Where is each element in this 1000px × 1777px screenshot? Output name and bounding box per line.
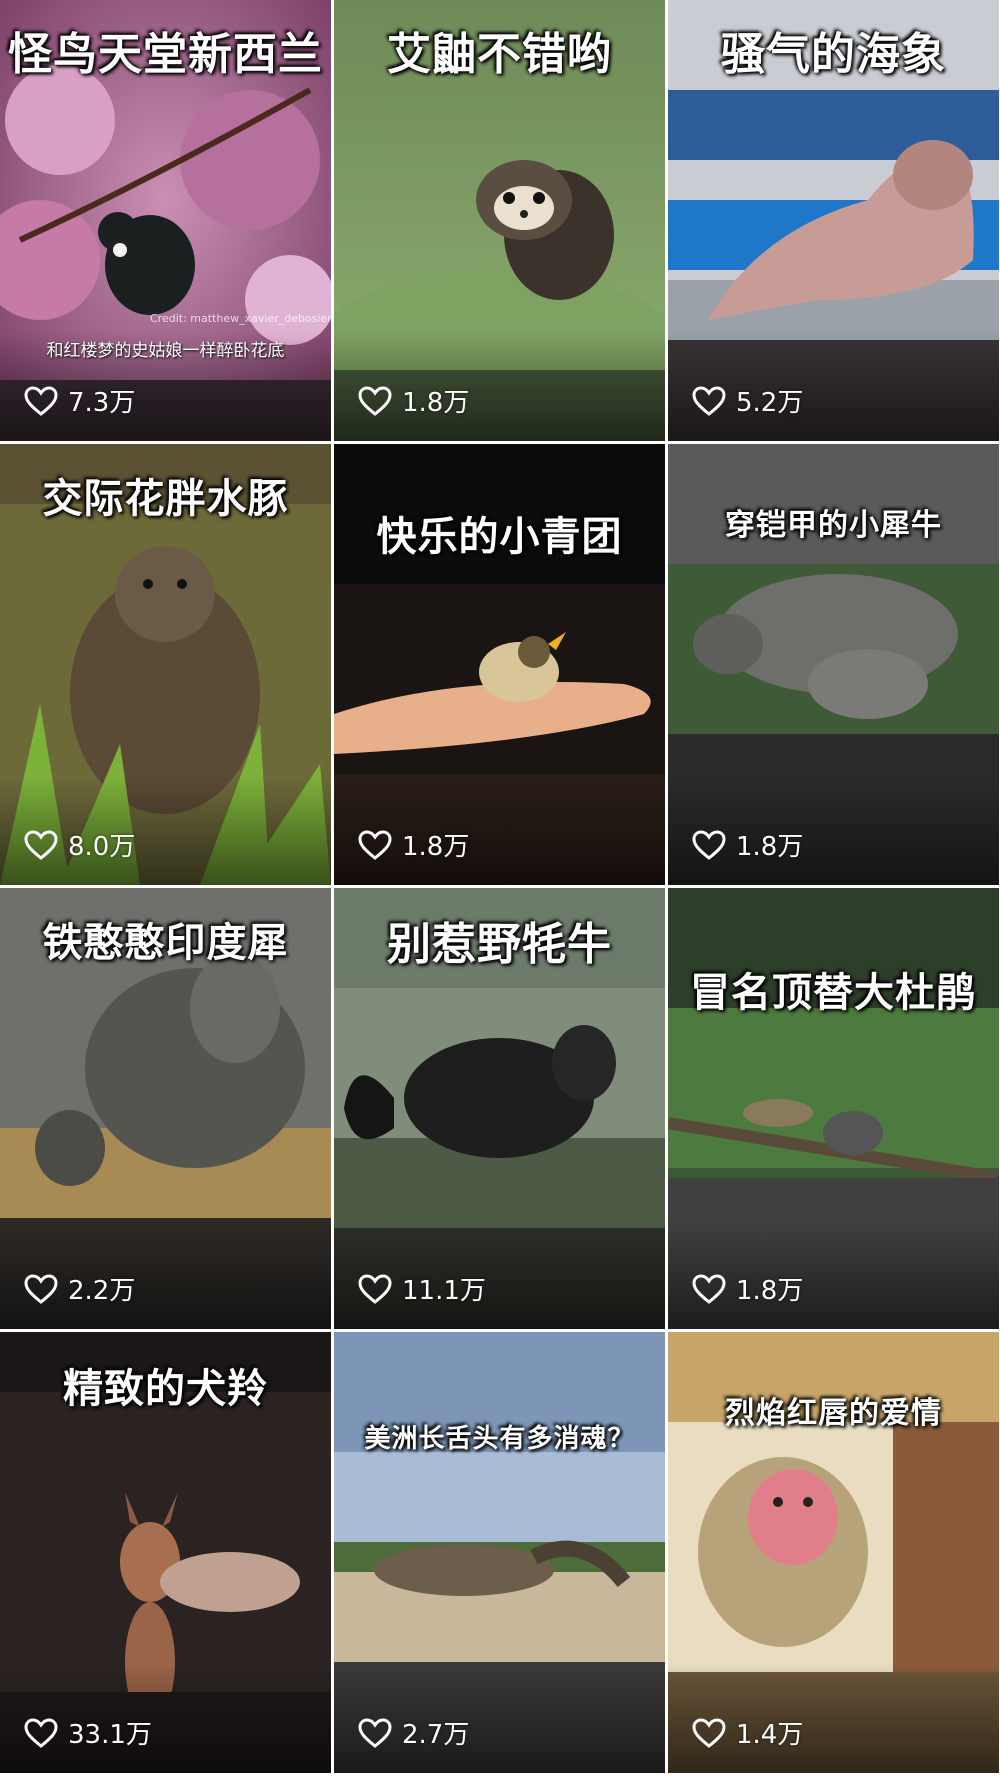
- heart-outline-icon[interactable]: [692, 1717, 726, 1748]
- heart-outline-icon[interactable]: [24, 1273, 58, 1304]
- video-title: 交际花胖水豚: [42, 476, 289, 522]
- like-count[interactable]: 5.2万: [692, 382, 803, 419]
- like-count-text: 1.8万: [402, 832, 470, 862]
- like-count-text: 5.2万: [736, 388, 804, 418]
- like-count-text: 2.7万: [402, 1720, 470, 1750]
- heart-outline-icon[interactable]: [358, 1273, 392, 1304]
- heart-outline-icon[interactable]: [24, 829, 58, 860]
- video-title: 烈焰红唇的爱情: [725, 1396, 942, 1431]
- video-card[interactable]: 骚气的海象 5.2万: [668, 0, 999, 441]
- video-card[interactable]: 艾鼬不错哟 1.8万: [334, 0, 665, 441]
- video-card[interactable]: 交际花胖水豚 8.0万: [0, 444, 331, 885]
- heart-outline-icon[interactable]: [692, 1273, 726, 1304]
- video-title: 怪鸟天堂新西兰: [8, 29, 323, 80]
- like-count[interactable]: 8.0万: [24, 826, 135, 863]
- video-card[interactable]: 别惹野牦牛 11.1万: [334, 888, 665, 1329]
- heart-outline-icon[interactable]: [692, 385, 726, 416]
- heart-outline-icon[interactable]: [358, 385, 392, 416]
- video-grid: 怪鸟天堂新西兰 Credit: matthew_xavier_debosiers…: [0, 0, 1000, 1777]
- video-title: 艾鼬不错哟: [387, 29, 612, 80]
- like-count-text: 1.8万: [736, 832, 804, 862]
- video-title: 冒名顶替大杜鹃: [690, 970, 977, 1016]
- video-title: 骚气的海象: [721, 29, 946, 80]
- like-count[interactable]: 1.8万: [358, 382, 469, 419]
- like-count-text: 8.0万: [68, 832, 136, 862]
- like-count[interactable]: 2.7万: [358, 1714, 469, 1751]
- like-count[interactable]: 7.3万: [24, 382, 135, 419]
- like-count[interactable]: 1.8万: [692, 1270, 803, 1307]
- like-count-text: 11.1万: [402, 1276, 486, 1306]
- video-title: 铁憨憨印度犀: [42, 920, 289, 966]
- like-count[interactable]: 2.2万: [24, 1270, 135, 1307]
- video-subtitle: 和红楼梦的史姑娘一样醉卧花底: [46, 341, 285, 361]
- video-title: 快乐的小青团: [376, 514, 623, 560]
- heart-outline-icon[interactable]: [24, 1717, 58, 1748]
- video-title: 精致的犬羚: [63, 1366, 268, 1412]
- like-count[interactable]: 1.8万: [692, 826, 803, 863]
- like-count-text: 33.1万: [68, 1720, 152, 1750]
- heart-outline-icon[interactable]: [358, 1717, 392, 1748]
- video-card[interactable]: 美洲长舌头有多消魂？ 2.7万: [334, 1332, 665, 1773]
- photo-credit: Credit: matthew_xavier_debosiers: [150, 312, 331, 325]
- video-card[interactable]: 冒名顶替大杜鹃 1.8万: [668, 888, 999, 1329]
- like-count-text: 2.2万: [68, 1276, 136, 1306]
- video-card[interactable]: 快乐的小青团 1.8万: [334, 444, 665, 885]
- video-card[interactable]: 烈焰红唇的爱情 1.4万: [668, 1332, 999, 1773]
- heart-outline-icon[interactable]: [692, 829, 726, 860]
- video-title: 别惹野牦牛: [387, 919, 612, 970]
- like-count-text: 7.3万: [68, 388, 136, 418]
- video-card[interactable]: 穿铠甲的小犀牛 1.8万: [668, 444, 999, 885]
- like-count[interactable]: 1.8万: [358, 826, 469, 863]
- like-count[interactable]: 33.1万: [24, 1714, 152, 1751]
- like-count[interactable]: 1.4万: [692, 1714, 803, 1751]
- heart-outline-icon[interactable]: [24, 385, 58, 416]
- video-title: 美洲长舌头有多消魂？: [364, 1424, 635, 1454]
- like-count-text: 1.8万: [736, 1276, 804, 1306]
- like-count-text: 1.4万: [736, 1720, 804, 1750]
- video-card[interactable]: 精致的犬羚 33.1万: [0, 1332, 331, 1773]
- video-title: 穿铠甲的小犀牛: [725, 508, 942, 543]
- heart-outline-icon[interactable]: [358, 829, 392, 860]
- like-count-text: 1.8万: [402, 388, 470, 418]
- video-card[interactable]: 铁憨憨印度犀 2.2万: [0, 888, 331, 1329]
- like-count[interactable]: 11.1万: [358, 1270, 486, 1307]
- video-card[interactable]: 怪鸟天堂新西兰 Credit: matthew_xavier_debosiers…: [0, 0, 331, 441]
